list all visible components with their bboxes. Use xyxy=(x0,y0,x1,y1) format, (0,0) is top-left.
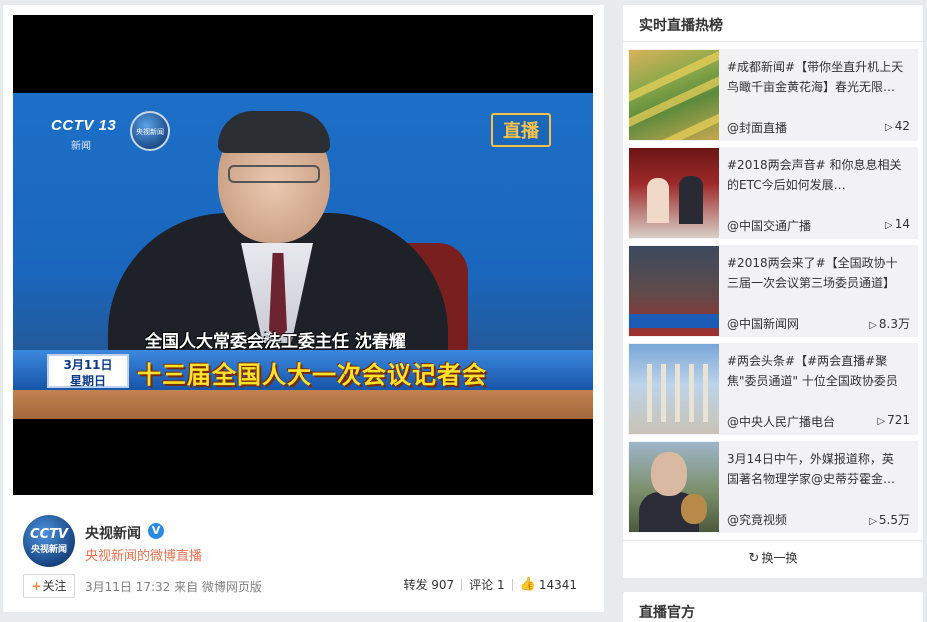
action-divider xyxy=(511,578,513,591)
view-count: ▷ 5.5万 xyxy=(869,511,910,528)
item-author[interactable]: @封面直播 xyxy=(727,119,787,136)
item-author[interactable]: @中国新闻网 xyxy=(727,315,799,332)
follow-button[interactable]: +关注 xyxy=(23,574,75,598)
item-title[interactable]: #成都新闻#【带你坐直升机上天鸟瞰千亩金黄花海】春光无限… xyxy=(727,57,905,97)
thumbs-up-icon: 👍 xyxy=(519,577,536,592)
item-title[interactable]: #2018两会声音# 和你息息相关的ETC今后如何发展… xyxy=(727,155,905,195)
action-divider xyxy=(461,578,463,591)
live-tag: 直播 xyxy=(491,113,551,147)
date-day: 3月11日 xyxy=(63,358,113,372)
date-weekday: 星期日 xyxy=(69,374,106,388)
live-post-card: CCTV 13 新闻 央视新闻 直播 全国人大常委会法工委主任 沈春耀 3月11… xyxy=(3,5,604,612)
list-item[interactable]: #2018两会声音# 和你息息相关的ETC今后如何发展… @中国交通广播 ▷ 14 xyxy=(628,147,918,239)
refresh-icon: ↻ xyxy=(748,551,760,566)
item-author[interactable]: @究竟视频 xyxy=(727,511,787,528)
post-meta: 3月11日 17:32 来自 微博网页版 xyxy=(85,580,262,594)
official-live-panel: 直播官方 xyxy=(623,592,923,622)
view-count: ▷ 721 xyxy=(877,413,910,427)
live-video-player[interactable]: CCTV 13 新闻 央视新闻 直播 全国人大常委会法工委主任 沈春耀 3月11… xyxy=(13,15,593,495)
divider xyxy=(623,41,923,42)
author-avatar[interactable]: CCTV 央视新闻 xyxy=(23,515,75,567)
list-item[interactable]: #2018两会来了#【全国政协十三届一次会议第三场委员通道】1… @中国新闻网 … xyxy=(628,245,918,337)
play-triangle-icon: ▷ xyxy=(885,122,893,133)
portrait-thumbnail[interactable] xyxy=(629,442,719,532)
plus-icon: + xyxy=(31,579,42,593)
list-item[interactable]: #两会头条#【#两会直播#聚焦"委员通道" 十位全国政协委员回应… @中央人民广… xyxy=(628,343,918,435)
speaker-hair xyxy=(218,111,330,153)
list-item[interactable]: 3月14日中午，外媒报道称，英国著名物理学家@史蒂芬霍金… @究竟视频 ▷ 5.5… xyxy=(628,441,918,533)
badge-text: 央视新闻 xyxy=(136,128,164,136)
hot-live-ranking-panel: 实时直播热榜 #成都新闻#【带你坐直升机上天鸟瞰千亩金黄花海】春光无限… @封面… xyxy=(623,5,923,578)
like-button[interactable]: 👍 14341 xyxy=(520,577,577,592)
play-triangle-icon: ▷ xyxy=(885,220,893,231)
view-count: ▷ 14 xyxy=(885,217,910,231)
author-subtitle-link[interactable]: 央视新闻的微博直播 xyxy=(85,545,202,564)
radio-studio-thumbnail[interactable] xyxy=(629,148,719,238)
conference-hall-thumbnail[interactable] xyxy=(629,246,719,336)
panel-title: 实时直播热榜 xyxy=(639,18,723,34)
play-triangle-icon: ▷ xyxy=(877,416,886,427)
count-value: 8.3万 xyxy=(878,317,910,331)
count-value: 14 xyxy=(894,217,910,231)
hot-live-list: #成都新闻#【带你坐直升机上天鸟瞰千亩金黄花海】春光无限… @封面直播 ▷ 42 … xyxy=(628,49,918,539)
follow-label: 关注 xyxy=(42,579,67,593)
item-author[interactable]: @中央人民广播电台 xyxy=(727,413,835,430)
play-triangle-icon: ▷ xyxy=(869,320,877,331)
count-value: 42 xyxy=(894,119,910,133)
count-value: 5.5万 xyxy=(878,513,910,527)
press-table xyxy=(13,385,593,419)
play-triangle-icon: ▷ xyxy=(869,516,877,527)
flower-field-thumbnail[interactable] xyxy=(629,50,719,140)
video-headline: 十三届全国人大一次会议记者会 xyxy=(137,361,487,389)
video-frame: CCTV 13 新闻 央视新闻 直播 全国人大常委会法工委主任 沈春耀 3月11… xyxy=(13,93,593,419)
author-name[interactable]: 央视新闻 xyxy=(85,523,141,543)
item-title[interactable]: 3月14日中午，外媒报道称，英国著名物理学家@史蒂芬霍金… xyxy=(727,449,905,489)
great-hall-thumbnail[interactable] xyxy=(629,344,719,434)
date-box: 3月11日 星期日 xyxy=(47,354,129,388)
speaker-caption: 全国人大常委会法工委主任 沈春耀 xyxy=(145,332,406,352)
cctv-channel-sub: 新闻 xyxy=(71,141,91,152)
comment-button[interactable]: 评论 1 xyxy=(469,576,504,593)
view-count: ▷ 42 xyxy=(885,119,910,133)
view-count: ▷ 8.3万 xyxy=(869,315,910,332)
item-author[interactable]: @中国交通广播 xyxy=(727,217,811,234)
panel-title: 直播官方 xyxy=(639,605,695,621)
repost-button[interactable]: 转发 907 xyxy=(403,576,454,593)
like-count: 14341 xyxy=(538,577,577,592)
avatar-logo: CCTV xyxy=(29,527,68,542)
refresh-label: 换一换 xyxy=(761,551,798,565)
refresh-button[interactable]: ↻ 换一换 xyxy=(623,549,923,566)
divider xyxy=(623,540,923,541)
item-title[interactable]: #两会头条#【#两会直播#聚焦"委员通道" 十位全国政协委员回应… xyxy=(727,351,905,391)
speaker-glasses xyxy=(228,165,320,183)
item-title[interactable]: #2018两会来了#【全国政协十三届一次会议第三场委员通道】1… xyxy=(727,253,905,293)
count-value: 721 xyxy=(887,413,910,427)
post-actions: 转发 907 评论 1 👍 14341 xyxy=(403,576,577,593)
cctv-news-badge-icon: 央视新闻 xyxy=(130,111,170,151)
list-item[interactable]: #成都新闻#【带你坐直升机上天鸟瞰千亩金黄花海】春光无限… @封面直播 ▷ 42 xyxy=(628,49,918,141)
verified-v-icon: V xyxy=(148,523,164,539)
cctv-channel-logo: CCTV 13 xyxy=(51,117,117,134)
avatar-sub: 央视新闻 xyxy=(30,545,67,555)
